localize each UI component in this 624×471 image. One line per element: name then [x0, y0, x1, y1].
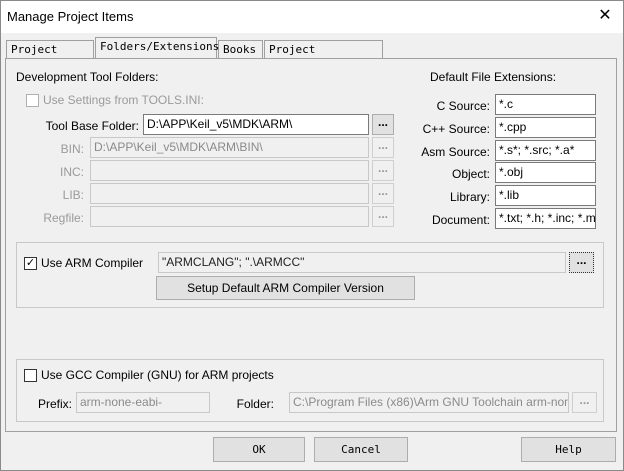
lib-field[interactable]	[90, 183, 369, 204]
tool-base-label: Tool Base Folder:	[45, 119, 139, 133]
regfile-browse-button[interactable]: ...	[372, 206, 394, 227]
object-field[interactable]: *.obj	[495, 162, 596, 183]
window-title: Manage Project Items	[7, 9, 134, 24]
tab-folders-extensions[interactable]: Folders/Extensions	[95, 37, 220, 58]
arm-compiler-browse-button[interactable]: ...	[569, 252, 594, 273]
cancel-button[interactable]: Cancel	[314, 437, 408, 462]
use-gcc-checkbox[interactable]	[24, 369, 37, 382]
use-settings-label: Use Settings from TOOLS.INI:	[43, 93, 204, 107]
use-arm-compiler-checkbox[interactable]: ✓	[24, 257, 37, 270]
document-label: Document:	[431, 213, 490, 227]
folder-label: Folder:	[236, 397, 274, 411]
bin-browse-button[interactable]: ...	[372, 137, 394, 158]
tab-panel: Development Tool Folders: Use Settings f…	[5, 58, 617, 432]
tab-project-items[interactable]: Project Items	[6, 40, 94, 74]
prefix-label: Prefix:	[37, 397, 72, 411]
bin-label: BIN:	[60, 142, 84, 156]
library-field[interactable]: *.lib	[495, 185, 596, 206]
inc-browse-button[interactable]: ...	[372, 160, 394, 181]
cpp-source-field[interactable]: *.cpp	[495, 117, 596, 138]
library-label: Library:	[449, 190, 490, 204]
use-gcc-label: Use GCC Compiler (GNU) for ARM projects	[41, 368, 274, 382]
c-source-label: C Source:	[436, 99, 490, 113]
gcc-folder-field[interactable]: C:\Program Files (x86)\Arm GNU Toolchain…	[289, 392, 569, 413]
extensions-heading: Default File Extensions:	[430, 70, 557, 84]
document-field[interactable]: *.txt; *.h; *.inc; *.md	[495, 208, 596, 229]
cpp-source-label: C++ Source:	[422, 122, 490, 136]
prefix-field[interactable]: arm-none-eabi-	[76, 392, 210, 413]
tab-label: Folders/Extensions	[100, 40, 220, 53]
inc-label: INC:	[60, 165, 84, 179]
lib-browse-button[interactable]: ...	[372, 183, 394, 204]
asm-source-label: Asm Source:	[421, 145, 490, 159]
close-icon[interactable]: ✕	[595, 6, 615, 26]
tab-books[interactable]: Books	[218, 40, 263, 58]
ok-button[interactable]: OK	[213, 437, 305, 462]
asm-source-field[interactable]: *.s*; *.src; *.a*	[495, 140, 596, 161]
regfile-label: Regfile:	[43, 211, 84, 225]
tab-project-info-layer[interactable]: Project Info/Layer	[264, 40, 383, 74]
gcc-folder-browse-button[interactable]: ...	[572, 392, 597, 413]
setup-arm-compiler-button[interactable]: Setup Default ARM Compiler Version	[156, 276, 415, 300]
inc-field[interactable]	[90, 160, 369, 181]
title-bar: Manage Project Items ✕	[1, 1, 623, 33]
tool-base-field[interactable]: D:\APP\Keil_v5\MDK\ARM\	[143, 114, 369, 135]
lib-label: LIB:	[62, 188, 84, 202]
c-source-field[interactable]: *.c	[495, 94, 596, 115]
tab-label: Books	[223, 43, 257, 56]
dialog-window: Manage Project Items ✕ Project Items Fol…	[0, 0, 624, 471]
use-settings-checkbox[interactable]	[26, 94, 39, 107]
use-arm-compiler-label: Use ARM Compiler	[41, 256, 144, 270]
help-button[interactable]: Help	[521, 437, 616, 462]
tool-folders-heading: Development Tool Folders:	[16, 70, 159, 84]
tool-base-browse-button[interactable]: ...	[372, 114, 394, 135]
bin-field[interactable]: D:\APP\Keil_v5\MDK\ARM\BIN\	[90, 137, 369, 158]
regfile-field[interactable]	[90, 206, 369, 227]
object-label: Object:	[451, 167, 490, 181]
arm-compiler-field[interactable]: "ARMCLANG"; ".\ARMCC"	[158, 252, 566, 273]
